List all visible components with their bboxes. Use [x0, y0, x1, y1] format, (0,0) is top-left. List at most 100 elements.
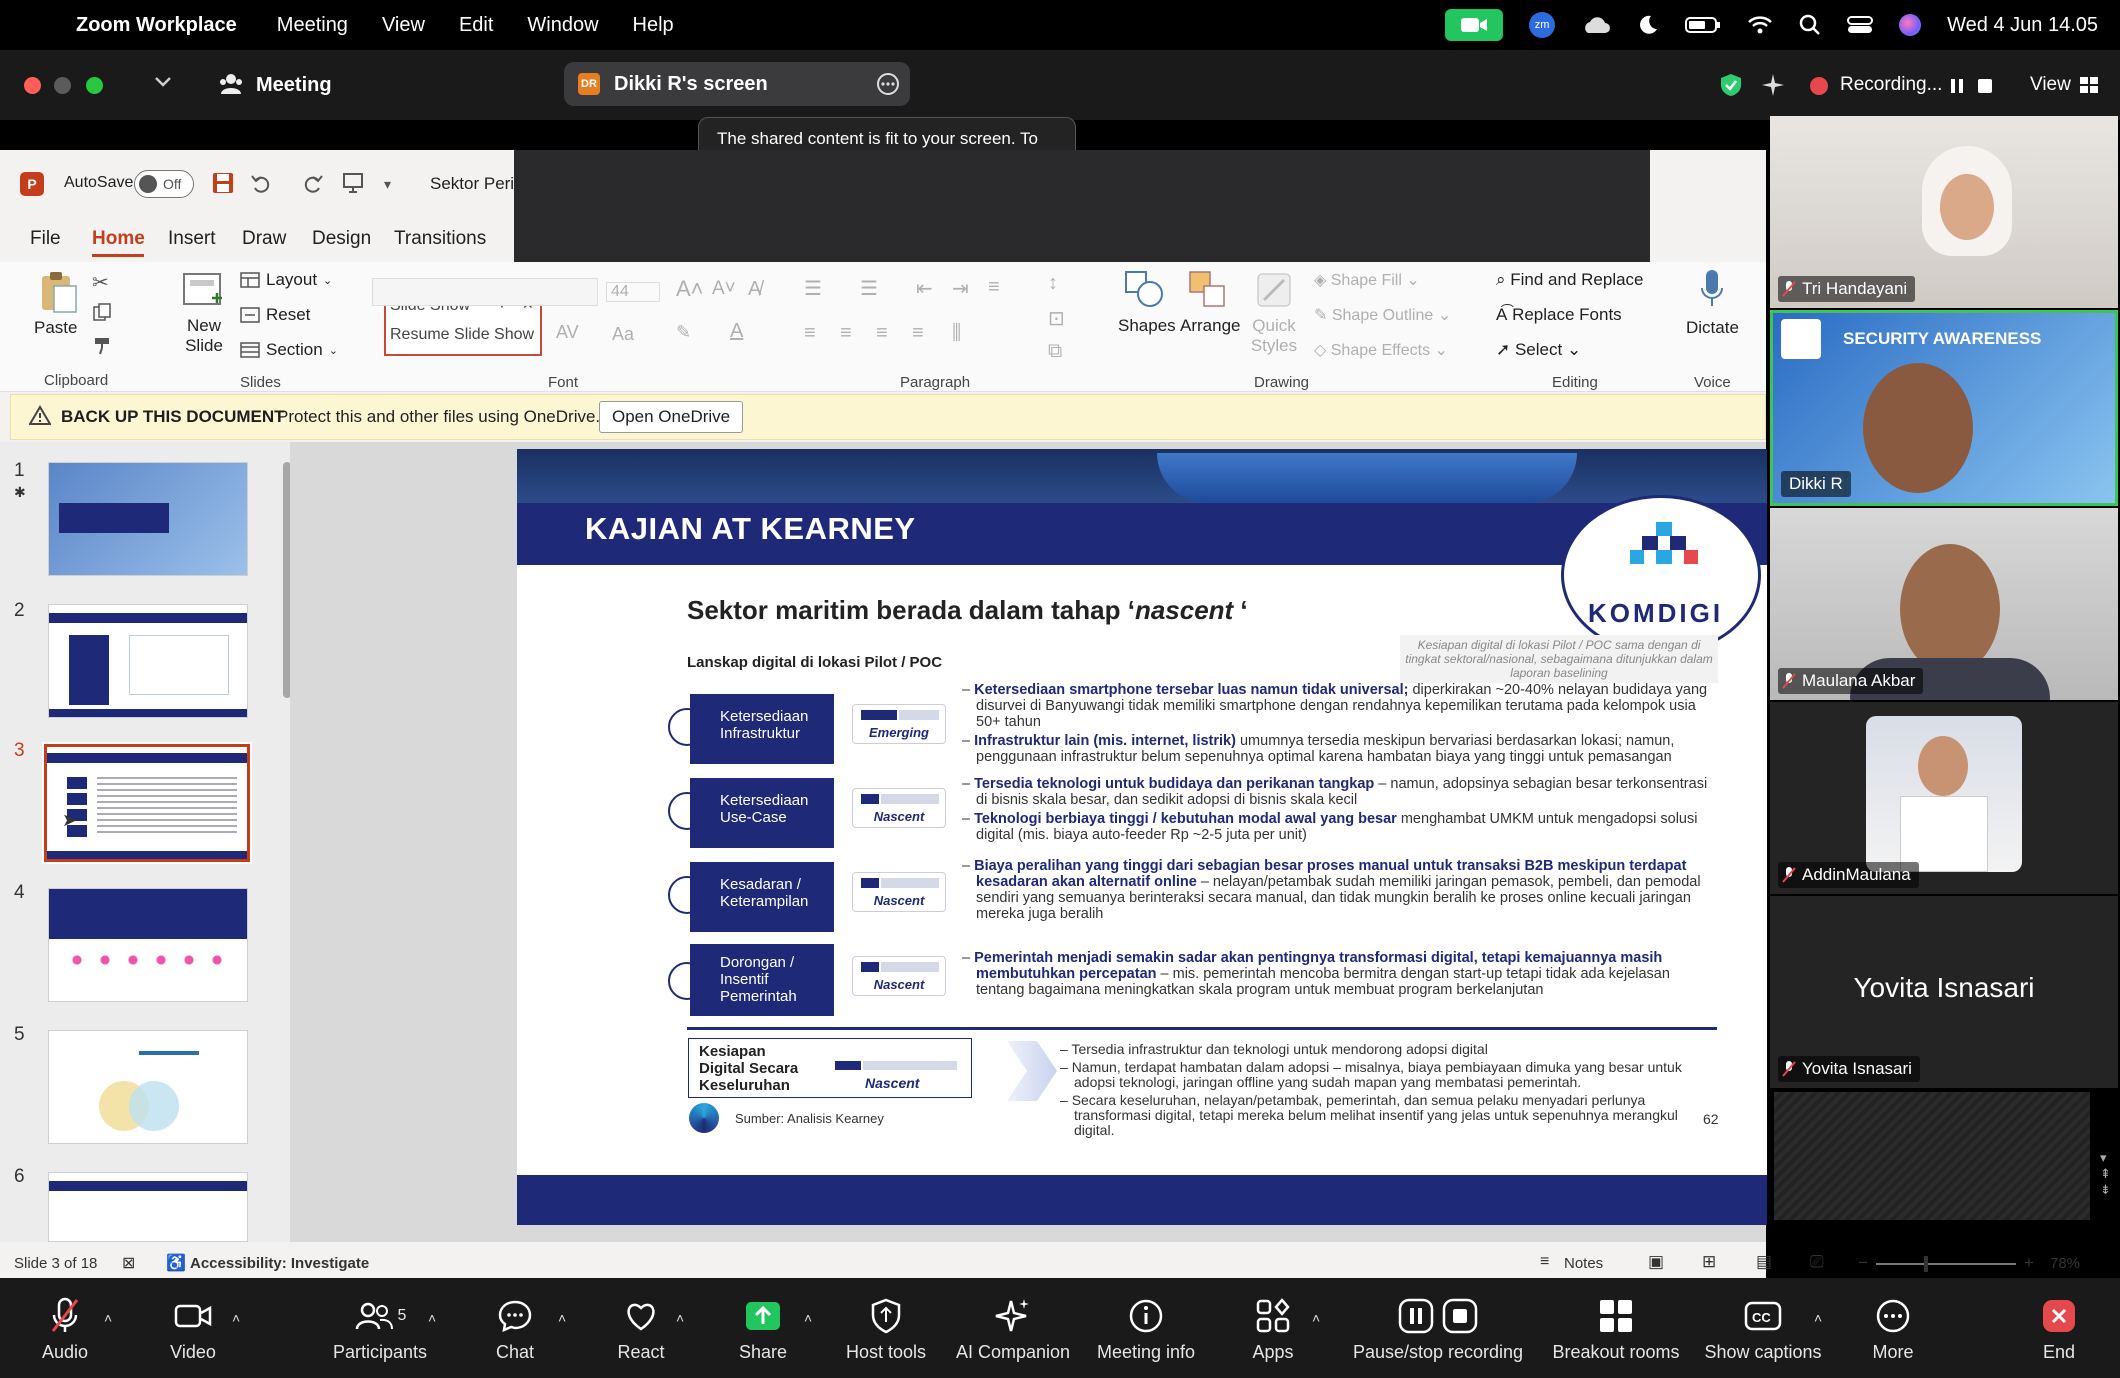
participants-options-caret[interactable]: ˄ [428, 1310, 436, 1326]
shapes-icon[interactable] [1124, 270, 1166, 310]
columns-icon[interactable]: ⫼ [952, 322, 961, 345]
format-painter-icon[interactable] [92, 336, 112, 356]
new-slide-button[interactable]: New Slide [176, 316, 232, 356]
window-close-button[interactable] [24, 77, 41, 94]
notes-icon[interactable]: ≡ [1540, 1253, 1549, 1271]
text-direction-icon[interactable]: ↕ [1048, 272, 1058, 295]
menu-meeting[interactable]: Meeting [277, 14, 348, 37]
zoom-slider-thumb[interactable] [1924, 1256, 1928, 1272]
decrease-indent-icon[interactable]: ⇤ [916, 276, 933, 301]
open-onedrive-button[interactable]: Open OneDrive [599, 401, 744, 433]
normal-view-icon[interactable]: ▣ [1648, 1252, 1664, 1272]
menu-view[interactable]: View [382, 14, 425, 37]
font-name-box[interactable] [372, 278, 598, 306]
scroll-down-icon[interactable]: ▾ ⇞ ⇟ [2100, 1150, 2111, 1198]
slide-thumbnail-3-selected[interactable] [42, 742, 252, 864]
captions-options-caret[interactable]: ˄ [1814, 1310, 1822, 1326]
slide-thumbnail-1[interactable] [48, 462, 248, 576]
align-center-icon[interactable]: ≡ [840, 322, 852, 345]
increase-indent-icon[interactable]: ⇥ [952, 276, 969, 301]
shape-outline-button[interactable]: ✎ Shape Outline ⌄ [1314, 305, 1451, 325]
align-text-icon[interactable]: ⊡ [1048, 306, 1065, 331]
react-options-caret[interactable]: ˄ [676, 1310, 684, 1326]
layout-button[interactable]: Layout ⌄ [240, 270, 332, 290]
autosave-toggle[interactable]: Off [134, 170, 194, 198]
audio-button[interactable]: Audio [30, 1296, 100, 1363]
notes-button[interactable]: Notes [1564, 1255, 1603, 1272]
dictate-button[interactable]: Dictate [1686, 318, 1739, 338]
breakout-rooms-button[interactable]: Breakout rooms [1548, 1296, 1684, 1363]
slide-thumbnail-6[interactable] [48, 1172, 248, 1242]
share-options-caret[interactable]: ˄ [804, 1310, 812, 1326]
accessibility-status[interactable]: Accessibility: Investigate [190, 1255, 369, 1272]
menu-help[interactable]: Help [633, 14, 674, 37]
zoom-menubar-icon[interactable]: zm [1529, 12, 1556, 38]
redo-icon[interactable] [302, 172, 324, 194]
react-button[interactable]: React [606, 1296, 676, 1363]
tab-draw[interactable]: Draw [242, 228, 286, 250]
justify-icon[interactable]: ≡ [912, 322, 924, 345]
tab-home[interactable]: Home [92, 228, 145, 250]
cut-icon[interactable]: ✂ [92, 270, 109, 295]
window-zoom-button[interactable] [86, 77, 103, 94]
clear-format-icon[interactable]: A̸ [748, 278, 761, 301]
highlight-icon[interactable]: ✎ [676, 322, 691, 343]
audio-options-caret[interactable]: ˄ [104, 1310, 112, 1326]
slide-thumbnail-4[interactable] [48, 888, 248, 1002]
tab-file[interactable]: File [30, 228, 61, 250]
chat-button[interactable]: Chat [480, 1296, 550, 1363]
menu-window[interactable]: Window [527, 14, 598, 37]
select-button[interactable]: ➚ Select ⌄ [1496, 340, 1581, 360]
replace-fonts-button[interactable]: A͡ Replace Fonts [1496, 305, 1622, 325]
pause-stop-recording-button[interactable]: Pause/stop recording [1350, 1296, 1526, 1363]
new-slide-icon[interactable] [182, 268, 224, 312]
paste-icon[interactable] [38, 270, 78, 314]
focus-moon-icon[interactable] [1637, 14, 1659, 36]
align-right-icon[interactable]: ≡ [876, 322, 888, 345]
tab-insert[interactable]: Insert [168, 228, 216, 250]
zoom-in-button[interactable]: + [2024, 1253, 2034, 1273]
slideshow-view-icon[interactable]: ⎚ [1810, 1252, 1824, 1272]
zoom-slider[interactable] [1876, 1256, 2016, 1272]
participant-tile-1[interactable]: Tri Handayani [1770, 116, 2118, 308]
share-button[interactable]: Share [728, 1296, 798, 1363]
pause-recording-icon[interactable] [1950, 78, 1964, 94]
apps-options-caret[interactable]: ˄ [1312, 1310, 1320, 1326]
paste-button[interactable]: Paste [34, 318, 77, 338]
show-captions-button[interactable]: CC Show captions [1700, 1296, 1826, 1363]
save-icon[interactable] [212, 172, 234, 194]
quick-styles-button[interactable]: Quick Styles [1248, 316, 1300, 356]
tab-transitions[interactable]: Transitions [394, 228, 486, 250]
arrange-icon[interactable] [1188, 270, 1228, 310]
menubar-datetime[interactable]: Wed 4 Jun 14.05 [1947, 14, 2098, 37]
arrange-button[interactable]: Arrange [1180, 316, 1240, 336]
share-options-icon[interactable] [876, 72, 900, 96]
video-options-caret[interactable]: ˄ [232, 1310, 240, 1326]
shape-fill-button[interactable]: ◈ Shape Fill ⌄ [1314, 270, 1420, 290]
stop-recording-icon[interactable] [1978, 79, 1992, 93]
battery-icon[interactable] [1685, 16, 1721, 34]
zoom-video-status-icon[interactable] [1445, 9, 1504, 41]
screen-share-indicator[interactable]: DR Dikki R's screen [564, 62, 910, 106]
end-meeting-button[interactable]: End [2026, 1296, 2092, 1363]
slide-thumbnail-5[interactable] [48, 1030, 248, 1144]
video-button[interactable]: Video [158, 1296, 228, 1363]
meeting-info-button[interactable]: Meeting info [1090, 1296, 1202, 1363]
control-center-icon[interactable] [1847, 15, 1874, 35]
accessibility-icon[interactable]: ♿ [166, 1253, 186, 1273]
zoom-level[interactable]: 78% [2050, 1255, 2080, 1272]
line-spacing-icon[interactable]: ≡ [988, 276, 1000, 299]
customize-toolbar-icon[interactable]: ▾ [384, 176, 391, 193]
participant-tile-2-active[interactable]: SECURITY AWARENESS Dikki R [1770, 310, 2118, 506]
copy-icon[interactable] [92, 302, 112, 322]
ai-companion-button[interactable]: AI Companion [950, 1296, 1076, 1363]
menu-edit[interactable]: Edit [459, 14, 493, 37]
spell-check-icon[interactable]: ⊠ [122, 1253, 135, 1273]
slide-thumbnail-2[interactable] [48, 604, 248, 718]
microphone-icon[interactable] [1698, 268, 1726, 308]
participant-tile-4[interactable]: AddinMaulana [1770, 702, 2118, 894]
quick-styles-icon[interactable] [1254, 270, 1294, 310]
shape-effects-button[interactable]: ◇ Shape Effects ⌄ [1314, 340, 1448, 360]
font-size-box[interactable]: 44 [606, 282, 660, 302]
chat-options-caret[interactable]: ˄ [558, 1310, 566, 1326]
